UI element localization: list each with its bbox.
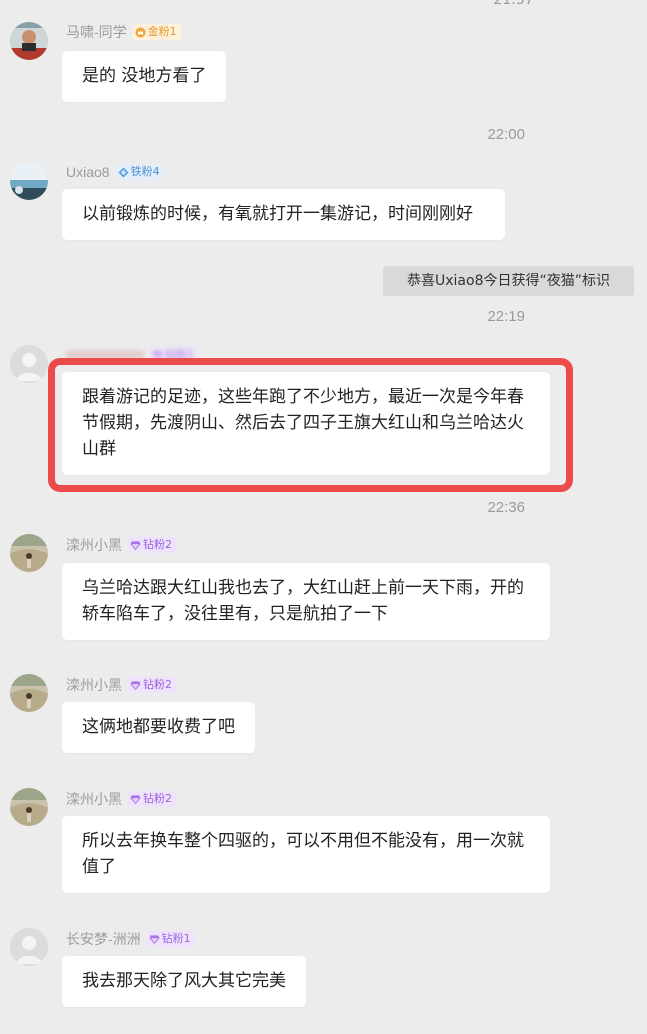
- message-header-1: 马啸-同学 金粉1: [66, 22, 181, 42]
- avatar-photo-icon: [10, 674, 48, 712]
- timestamp: 22:19: [487, 308, 525, 325]
- avatar-user-3[interactable]: [10, 345, 48, 383]
- message-bubble-2[interactable]: 以前锻炼的时候，有氧就打开一集游记，时间刚刚好: [62, 189, 505, 240]
- diamond-icon: [118, 166, 129, 178]
- avatar-photo-icon: [10, 162, 48, 200]
- sender-name[interactable]: 滦州小黑: [66, 535, 122, 555]
- message-text: 我去那天除了风大其它完美: [82, 971, 286, 991]
- message-text: 跟着游记的足迹，这些年跑了不少地方，最近一次是今年春节假期，先渡阴山、然后去了四…: [82, 387, 524, 459]
- diamond-icon: [149, 934, 160, 944]
- message-text: 乌兰哈达跟大红山我也去了，大红山赶上前一天下雨，开的轿车陷车了，没往里有，只是航…: [82, 578, 524, 624]
- diamond-icon: [130, 540, 141, 550]
- default-avatar-icon: [10, 928, 48, 966]
- diamond-icon: [130, 794, 141, 804]
- avatar-photo-icon: [10, 22, 48, 60]
- message-bubble-6[interactable]: 所以去年换车整个四驱的，可以不用但不能没有，用一次就值了: [62, 816, 550, 893]
- avatar-user-7[interactable]: [10, 928, 48, 966]
- timestamp-top: 21:57: [493, 0, 534, 8]
- avatar-user-2[interactable]: [10, 162, 48, 200]
- fan-badge: 钻粉2: [128, 791, 176, 807]
- message-text: 以前锻炼的时候，有氧就打开一集游记，时间刚刚好: [82, 204, 473, 224]
- message-bubble-7[interactable]: 我去那天除了风大其它完美: [62, 956, 306, 1007]
- crown-icon: [135, 26, 146, 38]
- avatar-user-4[interactable]: [10, 534, 48, 572]
- sender-name[interactable]: Uxiao8: [66, 164, 110, 180]
- sender-name[interactable]: 马啸-同学: [66, 22, 127, 42]
- fan-badge: 金粉1: [132, 24, 181, 40]
- avatar-user-1[interactable]: [10, 22, 48, 60]
- timestamp: 22:36: [487, 499, 525, 516]
- avatar-user-5[interactable]: [10, 674, 48, 712]
- message-bubble-4[interactable]: 乌兰哈达跟大红山我也去了，大红山赶上前一天下雨，开的轿车陷车了，没往里有，只是航…: [62, 563, 550, 640]
- message-text: 这俩地都要收费了吧: [82, 717, 235, 737]
- message-header-7: 长安梦-洲洲 钻粉1: [66, 929, 195, 949]
- message-header-5: 滦州小黑 钻粉2: [66, 675, 176, 695]
- badge-label: 钻粉2: [143, 538, 172, 551]
- system-notice: 恭喜Uxiao8今日获得“夜猫”标识: [383, 266, 634, 296]
- fan-badge: 钻粉2: [128, 537, 176, 553]
- message-bubble-5[interactable]: 这俩地都要收费了吧: [62, 702, 255, 753]
- avatar-photo-icon: [10, 534, 48, 572]
- sender-name[interactable]: 滦州小黑: [66, 789, 122, 809]
- badge-label: 钻粉2: [143, 792, 172, 805]
- message-bubble-1[interactable]: 是的 没地方看了: [62, 51, 227, 102]
- avatar-user-6[interactable]: [10, 788, 48, 826]
- message-header-4: 滦州小黑 钻粉2: [66, 535, 176, 555]
- badge-label: 金粉1: [147, 25, 177, 38]
- message-bubble-3[interactable]: 跟着游记的足迹，这些年跑了不少地方，最近一次是今年春节假期，先渡阴山、然后去了四…: [62, 372, 550, 475]
- fan-badge: 钻粉2: [128, 677, 176, 693]
- message-text: 是的 没地方看了: [82, 66, 207, 86]
- timestamp: 22:00: [487, 126, 525, 143]
- diamond-icon: [130, 680, 141, 690]
- badge-label: 钻粉1: [161, 932, 191, 945]
- badge-label: 铁粉4: [130, 165, 160, 178]
- message-header-2: Uxiao8 铁粉4: [66, 162, 164, 182]
- message-text: 所以去年换车整个四驱的，可以不用但不能没有，用一次就值了: [82, 831, 524, 877]
- fan-badge: 钻粉1: [146, 931, 195, 947]
- avatar-photo-icon: [10, 788, 48, 826]
- sender-name[interactable]: 长安梦-洲洲: [66, 929, 141, 949]
- default-avatar-icon: [10, 345, 48, 383]
- message-header-6: 滦州小黑 钻粉2: [66, 789, 176, 809]
- badge-label: 钻粉2: [143, 678, 172, 691]
- fan-badge: 铁粉4: [115, 164, 164, 180]
- sender-name[interactable]: 滦州小黑: [66, 675, 122, 695]
